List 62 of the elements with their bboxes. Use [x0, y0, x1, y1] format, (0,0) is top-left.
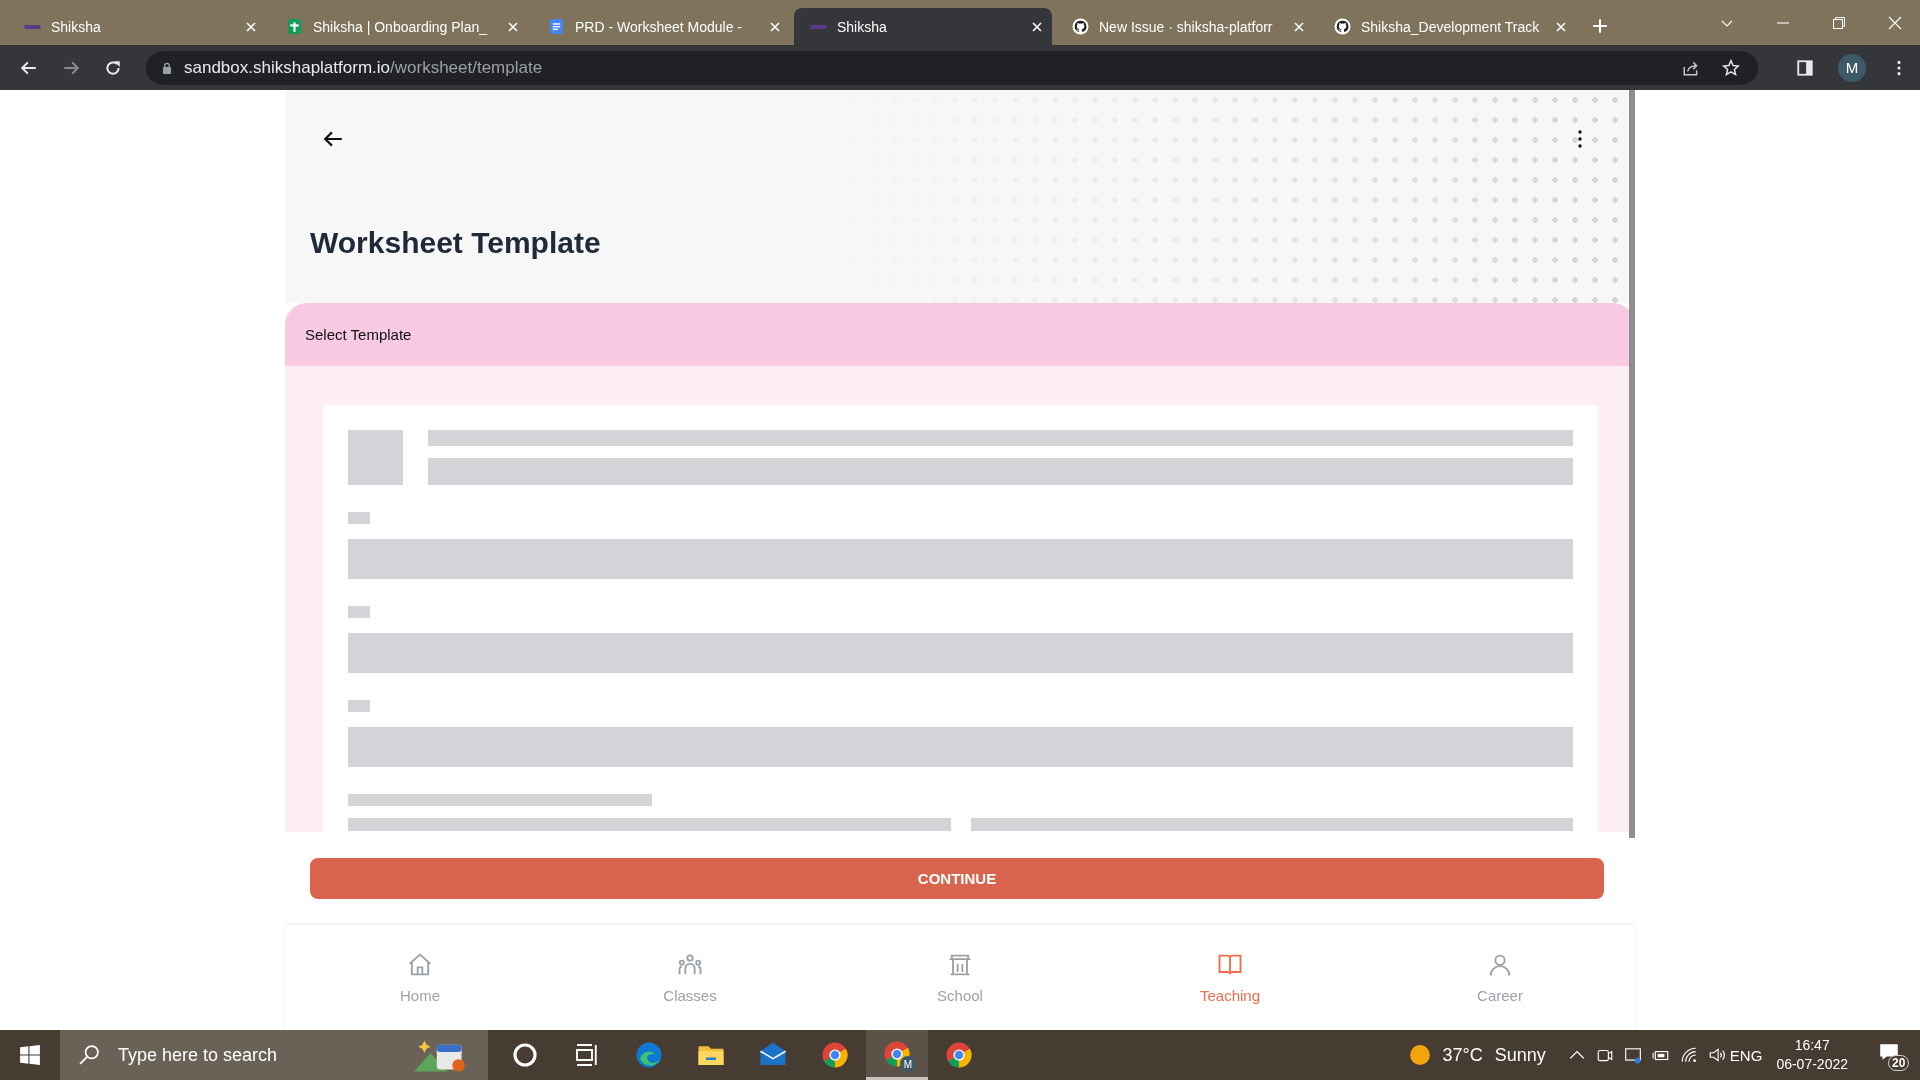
- address-bar[interactable]: sandbox.shikshaplatform.io/worksheet/template: [146, 50, 1758, 85]
- browser-tab[interactable]: Shiksha: [794, 8, 1052, 45]
- document-icon: [548, 18, 565, 35]
- site-logo-icon: [24, 24, 41, 29]
- section-title: Select Template: [305, 326, 412, 343]
- tab-title: PRD - Worksheet Module -: [575, 18, 743, 35]
- weather-text: Sunny: [1494, 1044, 1546, 1066]
- browser-icon: [820, 1040, 850, 1070]
- browser-tab[interactable]: Shiksha_Development Track: [1318, 8, 1576, 45]
- browser-icon: [634, 1040, 664, 1070]
- loading-placeholder: [348, 606, 370, 618]
- search-field[interactable]: Type here to search: [116, 1043, 412, 1067]
- browser-tab[interactable]: PRD - Worksheet Module -: [532, 8, 790, 45]
- notification-button[interactable]: 20: [1868, 1035, 1914, 1075]
- scrollbar[interactable]: [1629, 90, 1635, 838]
- profile-avatar[interactable]: M: [1838, 53, 1866, 82]
- browser-icon: [944, 1040, 974, 1070]
- page-title: Worksheet Template: [310, 226, 602, 260]
- tab-title: Shiksha | Onboarding Plan_: [313, 18, 489, 35]
- speaker-icon[interactable]: [1707, 1046, 1726, 1064]
- loading-placeholder: [348, 430, 403, 485]
- nav-item[interactable]: Classes: [555, 925, 825, 1030]
- notification-count: 20: [1888, 1055, 1910, 1071]
- tab-title: Shiksha: [837, 18, 888, 35]
- search-bar[interactable]: Type here to search: [60, 1030, 488, 1080]
- restore-icon[interactable]: [1832, 15, 1846, 30]
- loading-placeholder: [348, 512, 370, 524]
- browser-tab[interactable]: New Issue · shiksha-platforr: [1056, 8, 1314, 45]
- lock-icon: [162, 61, 172, 74]
- cat-logo-icon: [1334, 18, 1351, 35]
- loading-placeholder: [348, 700, 370, 712]
- spreadsheet-icon: [286, 18, 303, 35]
- taskbar-button[interactable]: M: [866, 1030, 928, 1080]
- side-panel-icon[interactable]: [1796, 58, 1814, 77]
- reload-icon[interactable]: [104, 58, 122, 77]
- browser-tab[interactable]: Shiksha | Onboarding Plan_: [270, 8, 528, 45]
- nav-item[interactable]: Teaching: [1095, 925, 1365, 1030]
- language-indicator[interactable]: ENG: [1729, 1046, 1763, 1064]
- nav-item[interactable]: Career: [1365, 925, 1635, 1030]
- temperature-text: 37°C: [1442, 1044, 1483, 1066]
- sun-icon: [1408, 1044, 1431, 1066]
- new-tab-icon[interactable]: [1592, 18, 1608, 34]
- site-logo-icon: [810, 24, 827, 29]
- star-icon[interactable]: [1722, 58, 1740, 77]
- more-vertical-icon[interactable]: [1577, 128, 1583, 150]
- close-icon[interactable]: [1032, 21, 1042, 32]
- tab-title: Shiksha: [51, 18, 102, 35]
- display-icon[interactable]: [1623, 1046, 1642, 1064]
- windows-start-icon[interactable]: [19, 1044, 41, 1066]
- continue-button[interactable]: CONTINUE: [310, 858, 1604, 899]
- nav-item[interactable]: School: [825, 925, 1095, 1030]
- tab-title: New Issue · shiksha-platforr: [1099, 18, 1274, 35]
- nav-item[interactable]: Home: [285, 925, 555, 1030]
- cat-logo-icon: [1072, 18, 1089, 35]
- circle-icon: [510, 1040, 540, 1070]
- wifi-icon[interactable]: [1679, 1046, 1698, 1064]
- search-icon: [78, 1044, 100, 1066]
- tab-title: Shiksha_Development Track: [1361, 18, 1541, 35]
- browser-tab[interactable]: Shiksha: [8, 8, 266, 45]
- clock[interactable]: 16:47 06-07-2022: [1776, 1036, 1848, 1074]
- profile-badge: M: [900, 1056, 916, 1072]
- url-text: sandbox.shikshaplatform.io/worksheet/template: [184, 57, 544, 78]
